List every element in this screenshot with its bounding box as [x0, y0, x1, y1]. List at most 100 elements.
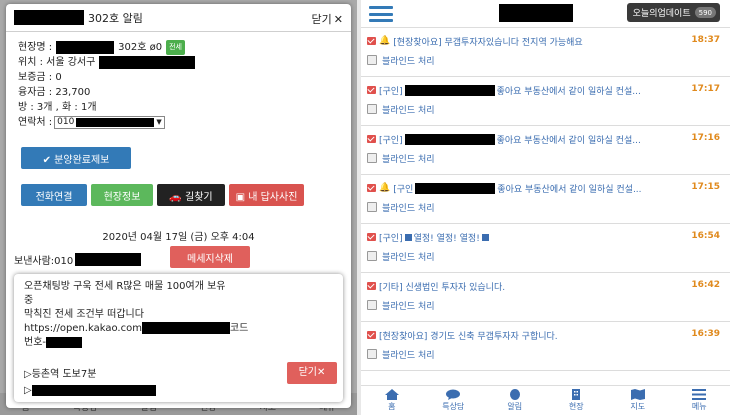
- blind-label[interactable]: 블라인드 처리: [382, 152, 435, 165]
- notification-title[interactable]: [구인]: [379, 84, 403, 97]
- message-body: 오픈채팅방 구욱 전세 R많은 매물 100여개 보유 중 막칙진 전세 조건부…: [14, 274, 343, 402]
- blind-checkbox[interactable]: [367, 300, 377, 310]
- notification-title[interactable]: [기타] 신생법인 투자자 있습니다.: [379, 280, 505, 293]
- blind-label[interactable]: 블라인드 처리: [382, 103, 435, 116]
- message-date: 2020년 04월 17일 (금) 오후 4:04: [102, 232, 255, 243]
- close-button-top[interactable]: 닫기 ✕: [312, 11, 343, 27]
- message-line-7: ▷: [24, 384, 156, 398]
- blind-checkbox[interactable]: [367, 202, 377, 212]
- list-item[interactable]: [구인] 열정! 열정! 열정! 16:54 블라인드 처리: [361, 224, 730, 273]
- notification-title-row: 🔔 [구인 좋아요 부동산에서 같이 일하실 컨설...: [367, 181, 642, 195]
- message-line-6: ▷등촌역 도보7분: [24, 369, 97, 380]
- site-name-label: 현장명 :: [18, 42, 53, 53]
- nav-alert[interactable]: 알림: [487, 386, 542, 415]
- blind-label[interactable]: 블라인드 처리: [382, 250, 435, 263]
- today-updates-button[interactable]: 오늘의업데이트 590: [626, 3, 720, 22]
- notification-title-row: 🔔 [현장찾아요] 무갭투자자있습니다 전지역 가능해요: [367, 34, 583, 48]
- list-item[interactable]: [구인] 좋아요 부동산에서 같이 일하실 컨설... 17:16 블라인드 처…: [361, 126, 730, 175]
- loan-row: 융자금 : 23,700: [18, 87, 91, 98]
- notification-time: 16:42: [691, 280, 720, 290]
- notification-title-suffix[interactable]: 좋아요 부동산에서 같이 일하실 컨설...: [497, 133, 641, 146]
- mail-icon: [367, 86, 376, 94]
- nav-consult[interactable]: 특상담: [426, 386, 481, 415]
- call-button[interactable]: 전화연결: [21, 184, 87, 206]
- message-code-number: 번호-: [24, 337, 47, 348]
- directions-button[interactable]: 🚗 길찾기: [157, 184, 225, 206]
- blind-checkbox[interactable]: [367, 349, 377, 359]
- notification-time: 17:15: [691, 182, 720, 192]
- nav-label: 지도: [630, 402, 646, 411]
- message-code-label: 코드: [229, 323, 249, 334]
- blind-checkbox[interactable]: [367, 104, 377, 114]
- mail-icon: [367, 184, 376, 192]
- contact-label: 연락처 :: [18, 117, 53, 128]
- list-item[interactable]: [구인] 좋아요 부동산에서 같이 일하실 컨설... 17:17 블라인드 처…: [361, 77, 730, 126]
- notification-title-row: [구인] 좋아요 부동산에서 같이 일하실 컨설...: [367, 132, 641, 146]
- contact-select[interactable]: 010 ▼: [54, 116, 165, 129]
- list-item[interactable]: 🔔 [현장찾아요] 무갭투자자있습니다 전지역 가능해요 18:37 블라인드 …: [361, 28, 730, 77]
- notification-time: 17:16: [691, 133, 720, 143]
- notification-title-suffix[interactable]: 열정! 열정! 열정!: [414, 231, 480, 244]
- modal-header: 302호 알림 닫기 ✕: [6, 4, 351, 32]
- nav-home[interactable]: 홈: [364, 386, 419, 415]
- message-line-3: 막칙진 전세 조건부 떠갑니다: [24, 309, 144, 320]
- blind-label[interactable]: 블라인드 처리: [382, 201, 435, 214]
- close-button-bottom[interactable]: 닫기✕: [287, 362, 337, 384]
- nav-menu[interactable]: 메뉴: [672, 386, 727, 415]
- contact-value: 010: [57, 117, 75, 127]
- notification-title[interactable]: [구인]: [379, 133, 403, 146]
- home-icon: [384, 389, 399, 400]
- blind-row: 블라인드 처리: [367, 250, 435, 263]
- top-bar: 오늘의업데이트 590: [361, 0, 730, 28]
- site-name-suffix: 302호 ø0: [118, 42, 163, 53]
- notification-title[interactable]: [구인]: [379, 231, 403, 244]
- blind-label[interactable]: 블라인드 처리: [382, 348, 435, 361]
- square-icon: [404, 233, 412, 241]
- rooms-row: 방 : 3개 , 화 : 1개: [18, 102, 97, 113]
- redacted-code: [46, 336, 83, 348]
- mail-icon: [367, 282, 376, 290]
- site-info-button[interactable]: 현장정보: [91, 184, 153, 206]
- notification-title-row: [구인] 좋아요 부동산에서 같이 일하실 컨설...: [367, 83, 641, 97]
- notification-title[interactable]: [구인: [393, 182, 413, 195]
- hamburger-menu-icon[interactable]: [369, 6, 393, 22]
- list-item[interactable]: 🔔 [구인 좋아요 부동산에서 같이 일하실 컨설... 17:15 블라인드 …: [361, 175, 730, 224]
- blind-checkbox[interactable]: [367, 55, 377, 65]
- blind-row: 블라인드 처리: [367, 201, 435, 214]
- notification-title-suffix[interactable]: 좋아요 부동산에서 같이 일하실 컨설...: [497, 84, 641, 97]
- nav-map[interactable]: 지도: [610, 386, 665, 415]
- blind-checkbox[interactable]: [367, 251, 377, 261]
- blind-label[interactable]: 블라인드 처리: [382, 299, 435, 312]
- bell-icon: 🔔: [379, 36, 391, 46]
- menu-icon: [692, 389, 707, 400]
- notification-title-row: [기타] 신생법인 투자자 있습니다.: [367, 279, 505, 293]
- sold-report-button[interactable]: ✔ 분양완료제보: [21, 147, 131, 169]
- redacted-location: [99, 56, 196, 69]
- notification-list: 🔔 [현장찾아요] 무갭투자자있습니다 전지역 가능해요 18:37 블라인드 …: [361, 28, 730, 371]
- blind-row: 블라인드 처리: [367, 103, 435, 116]
- notification-title[interactable]: [현장찾아요] 경기도 신축 무갭투자자 구합니다.: [379, 329, 558, 342]
- blind-label[interactable]: 블라인드 처리: [382, 54, 435, 67]
- my-photos-button[interactable]: ▣ 내 답사사진: [229, 184, 304, 206]
- message-line-5: 번호-: [24, 336, 333, 350]
- map-icon: [630, 389, 645, 400]
- delete-message-button[interactable]: 메세지삭제: [170, 246, 250, 268]
- nav-site[interactable]: 현장: [549, 386, 604, 415]
- redacted-site-name: [56, 41, 115, 54]
- list-item[interactable]: [현장찾아요] 경기도 신축 무갭투자자 구합니다. 16:39 블라인드 처리: [361, 322, 730, 371]
- blind-row: 블라인드 처리: [367, 54, 435, 67]
- nav-label: 현장: [568, 402, 584, 411]
- notification-title[interactable]: [현장찾아요] 무갭투자자있습니다 전지역 가능해요: [393, 35, 583, 48]
- lease-badge: 전세: [166, 40, 185, 55]
- chevron-down-icon: ▼: [156, 118, 162, 126]
- notification-modal: 302호 알림 닫기 ✕ 현장명 : 302호 ø0 전세 위치 : 서울 강서구…: [6, 4, 351, 408]
- bell-icon: [509, 389, 520, 400]
- message-link[interactable]: https://open.kakao.com: [24, 323, 142, 334]
- location-row: 위치 : 서울 강서구: [18, 55, 339, 70]
- nav-label: 홈: [388, 402, 396, 411]
- notification-title-suffix[interactable]: 좋아요 부동산에서 같이 일하실 컨설...: [497, 182, 641, 195]
- building-icon: [572, 389, 581, 400]
- redacted-title: [404, 84, 495, 96]
- list-item[interactable]: [기타] 신생법인 투자자 있습니다. 16:42 블라인드 처리: [361, 273, 730, 322]
- blind-checkbox[interactable]: [367, 153, 377, 163]
